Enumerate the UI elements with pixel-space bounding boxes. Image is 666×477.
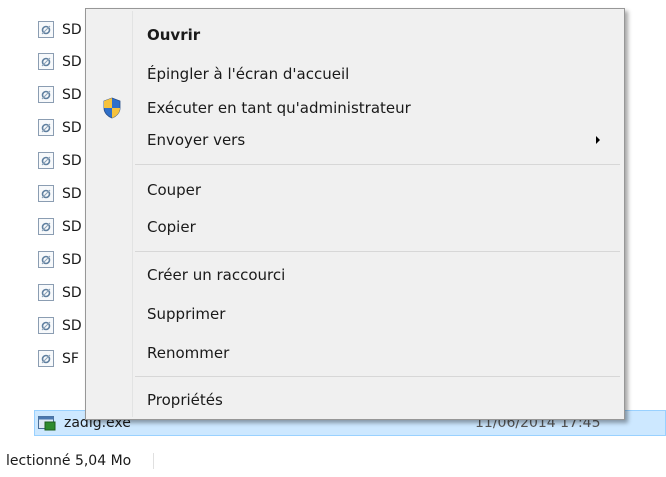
menu-item-label: Copier bbox=[147, 218, 196, 236]
submenu-arrow-icon bbox=[596, 136, 600, 144]
menu-item-run-as-admin[interactable]: Exécuter en tant qu'administrateur bbox=[88, 94, 622, 122]
file-name: SD bbox=[62, 86, 82, 103]
file-settings-icon bbox=[38, 251, 54, 268]
menu-item-cut[interactable]: Couper bbox=[88, 176, 622, 204]
file-name: SD bbox=[62, 53, 82, 70]
menu-item-label: Exécuter en tant qu'administrateur bbox=[147, 99, 411, 117]
exe-icon bbox=[38, 415, 56, 431]
file-settings-icon bbox=[38, 119, 54, 136]
file-name: SD bbox=[62, 119, 82, 136]
file-name: SF bbox=[62, 350, 79, 367]
menu-item-label: Ouvrir bbox=[147, 26, 201, 44]
menu-item-label: Créer un raccourci bbox=[147, 266, 286, 284]
menu-separator bbox=[135, 376, 620, 377]
file-name: SD bbox=[62, 317, 82, 334]
file-settings-icon bbox=[38, 350, 54, 367]
file-settings-icon bbox=[38, 185, 54, 202]
file-name: SD bbox=[62, 284, 82, 301]
menu-separator bbox=[135, 164, 620, 165]
file-name: SD bbox=[62, 21, 82, 38]
menu-separator bbox=[135, 251, 620, 252]
status-separator bbox=[153, 453, 155, 469]
file-settings-icon bbox=[38, 284, 54, 301]
menu-item-properties[interactable]: Propriétés bbox=[88, 386, 622, 414]
file-name: SD bbox=[62, 185, 82, 202]
file-settings-icon bbox=[38, 317, 54, 334]
file-settings-icon bbox=[38, 86, 54, 103]
menu-item-label: Couper bbox=[147, 181, 202, 199]
file-name: SD bbox=[62, 218, 82, 235]
menu-item-label: Renommer bbox=[147, 344, 230, 362]
context-menu: Ouvrir Épingler à l'écran d'accueil Exéc… bbox=[85, 8, 625, 420]
menu-item-label: Épingler à l'écran d'accueil bbox=[147, 65, 350, 83]
file-settings-icon bbox=[38, 152, 54, 169]
menu-item-send-to[interactable]: Envoyer vers bbox=[88, 126, 622, 154]
uac-shield-icon bbox=[102, 97, 122, 123]
menu-item-copy[interactable]: Copier bbox=[88, 213, 622, 241]
file-name: SD bbox=[62, 152, 82, 169]
menu-item-pin-start[interactable]: Épingler à l'écran d'accueil bbox=[88, 60, 622, 88]
file-settings-icon bbox=[38, 218, 54, 235]
menu-item-rename[interactable]: Renommer bbox=[88, 339, 622, 367]
menu-item-delete[interactable]: Supprimer bbox=[88, 300, 622, 328]
status-text: lectionné 5,04 Mo bbox=[6, 453, 132, 469]
menu-item-label: Propriétés bbox=[147, 391, 223, 409]
file-name: SD bbox=[62, 251, 82, 268]
file-settings-icon bbox=[38, 21, 54, 38]
menu-item-label: Envoyer vers bbox=[147, 131, 246, 149]
menu-item-open[interactable]: Ouvrir bbox=[88, 21, 622, 49]
menu-item-label: Supprimer bbox=[147, 305, 226, 323]
status-bar: lectionné 5,04 Mo bbox=[0, 450, 666, 472]
menu-item-create-shortcut[interactable]: Créer un raccourci bbox=[88, 261, 622, 289]
file-settings-icon bbox=[38, 53, 54, 70]
